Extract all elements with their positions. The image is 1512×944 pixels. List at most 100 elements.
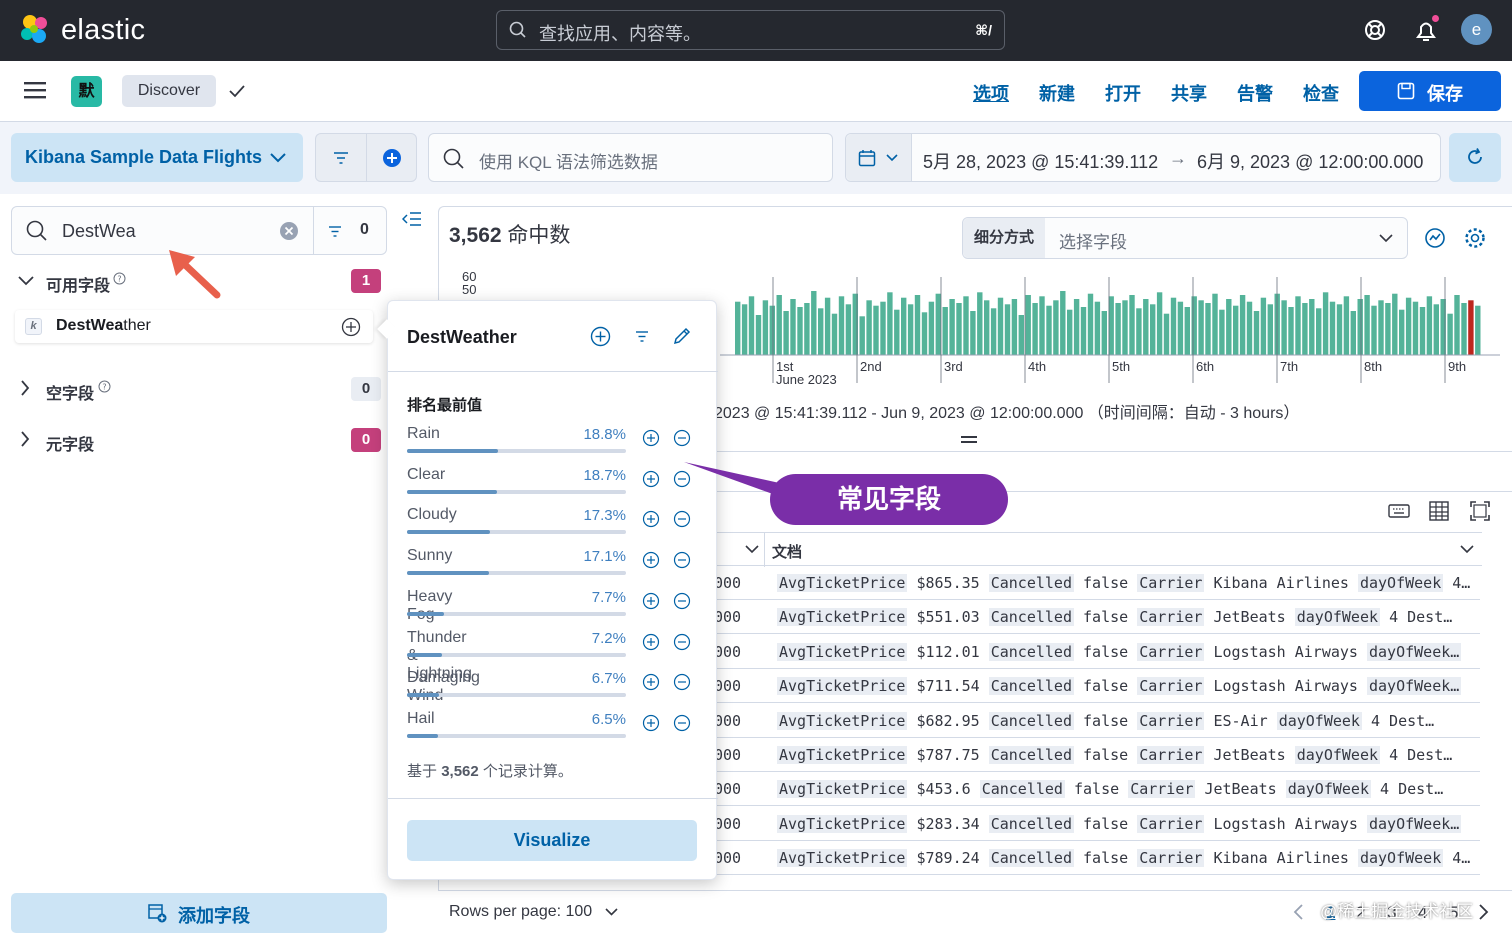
info-icon[interactable]: ? [98, 380, 111, 393]
histogram-bar[interactable] [997, 297, 1004, 355]
histogram-bar[interactable] [1461, 303, 1467, 355]
histogram-bar[interactable] [1060, 291, 1066, 355]
filter-out-value-icon[interactable] [673, 551, 691, 569]
filter-for-value-icon[interactable] [642, 429, 660, 447]
kql-query-input[interactable]: 使用 KQL 语法筛选数据 [428, 133, 833, 182]
info-icon[interactable]: ? [113, 272, 126, 285]
histogram-bar[interactable] [776, 295, 782, 355]
histogram-bar[interactable] [818, 308, 824, 355]
histogram-bar[interactable] [1156, 292, 1163, 355]
add-field-button[interactable]: 添加字段 [11, 893, 387, 933]
breadcrumb-discover[interactable]: Discover [122, 75, 216, 107]
histogram-bar[interactable] [1433, 304, 1439, 355]
histogram-bar[interactable] [748, 296, 755, 355]
histogram-bar[interactable] [1316, 308, 1322, 355]
table-row[interactable]: 000 AvgTicketPrice $865.35 Cancelled fals… [714, 566, 1480, 600]
chevron-down-icon[interactable] [745, 544, 759, 555]
histogram-bar[interactable] [1350, 311, 1356, 355]
histogram-bar[interactable] [797, 307, 803, 355]
rows-per-page-button[interactable]: Rows per page: 100 [449, 903, 618, 921]
filter-out-value-icon[interactable] [673, 673, 691, 691]
histogram-bar[interactable] [1122, 300, 1128, 355]
histogram-bar[interactable] [928, 301, 935, 355]
histogram-bar[interactable] [894, 309, 900, 355]
date-end[interactable]: 6月 9, 2023 @ 12:00:00.000 [1197, 148, 1423, 174]
histogram-bar[interactable] [887, 292, 893, 355]
histogram-bar[interactable] [970, 311, 976, 355]
global-search-input[interactable]: 查找应用、内容等。 ⌘/ [496, 10, 1005, 50]
histogram-bar[interactable] [1371, 305, 1377, 355]
histogram-bar[interactable] [1475, 305, 1481, 355]
histogram-bar[interactable] [1004, 304, 1011, 355]
histogram-bar[interactable] [907, 304, 914, 355]
filter-for-value-icon[interactable] [642, 714, 660, 732]
histogram-bar[interactable] [977, 292, 983, 355]
elastic-logo-icon[interactable] [18, 12, 52, 46]
histogram-bar[interactable] [1454, 295, 1460, 355]
menu-share[interactable]: 共享 [1171, 80, 1207, 106]
filter-out-value-icon[interactable] [673, 714, 691, 732]
filter-for-value-icon[interactable] [642, 633, 660, 651]
histogram-bar[interactable] [735, 301, 741, 355]
fullscreen-icon[interactable] [1470, 501, 1490, 521]
histogram-bar[interactable] [783, 311, 789, 355]
histogram-bar[interactable] [935, 293, 941, 355]
histogram-bar[interactable] [1246, 301, 1253, 355]
histogram-bar[interactable] [1032, 303, 1038, 355]
histogram-bar[interactable] [1239, 295, 1246, 355]
keyboard-icon[interactable] [1388, 502, 1410, 520]
histogram-bar[interactable] [1205, 303, 1211, 355]
menu-open[interactable]: 打开 [1105, 80, 1141, 106]
histogram-bar[interactable] [866, 300, 872, 355]
histogram-bar[interactable] [1073, 299, 1080, 355]
available-fields-label[interactable]: 可用字段 [46, 272, 110, 296]
pencil-icon[interactable] [672, 326, 692, 346]
menu-alerts[interactable]: 告警 [1237, 80, 1273, 106]
histogram-bar[interactable] [1357, 299, 1363, 355]
histogram-bar[interactable] [1309, 299, 1315, 355]
meta-fields-label[interactable]: 元字段 [46, 431, 94, 455]
histogram-bar[interactable] [790, 299, 796, 355]
histogram-bar[interactable] [845, 304, 852, 355]
histogram-bar[interactable] [1129, 295, 1135, 355]
histogram-bar[interactable] [824, 297, 831, 355]
histogram-bar[interactable] [1336, 304, 1343, 355]
filter-for-value-icon[interactable] [642, 551, 660, 569]
histogram-bar[interactable] [1343, 296, 1350, 355]
collapse-sidebar-icon[interactable] [402, 210, 422, 228]
histogram-bar[interactable] [1087, 293, 1094, 355]
histogram-bar[interactable] [949, 299, 955, 355]
histogram-bar[interactable] [1399, 309, 1405, 355]
histogram-bar[interactable] [921, 312, 928, 355]
table-row[interactable]: 000 AvgTicketPrice $682.95 Cancelled fals… [714, 704, 1480, 738]
histogram-bar[interactable] [990, 308, 997, 355]
histogram-bar[interactable] [1101, 311, 1107, 355]
histogram-bar[interactable] [1405, 297, 1412, 355]
histogram-bar[interactable] [1212, 293, 1218, 355]
histogram-bar[interactable] [880, 301, 886, 355]
histogram-bar[interactable] [838, 296, 845, 355]
histogram-bar[interactable] [963, 296, 969, 355]
histogram-bar[interactable] [901, 297, 907, 355]
table-row[interactable]: 000 AvgTicketPrice $283.34 Cancelled fals… [714, 807, 1480, 841]
table-row[interactable]: 000 AvgTicketPrice $787.75 Cancelled fals… [714, 738, 1480, 772]
table-density-icon[interactable] [1429, 501, 1449, 521]
filter-for-value-icon[interactable] [642, 592, 660, 610]
histogram-bar[interactable] [1288, 307, 1294, 355]
filter-out-value-icon[interactable] [673, 592, 691, 610]
histogram-bar[interactable] [1447, 313, 1453, 355]
histogram-bar[interactable] [1177, 301, 1184, 355]
table-row[interactable]: 000 AvgTicketPrice $112.01 Cancelled fals… [714, 635, 1480, 669]
histogram-bar[interactable] [811, 291, 817, 355]
visualize-button[interactable]: Visualize [407, 820, 697, 861]
table-row[interactable]: 000 AvgTicketPrice $711.54 Cancelled fals… [714, 669, 1480, 704]
histogram-bar[interactable] [1046, 305, 1052, 355]
histogram-bar[interactable] [1198, 300, 1204, 355]
histogram-bar[interactable] [1094, 301, 1101, 355]
next-page-icon[interactable] [1478, 903, 1490, 921]
filter-out-value-icon[interactable] [673, 510, 691, 528]
histogram-bar[interactable] [1184, 307, 1190, 355]
histogram-bar[interactable] [1322, 292, 1329, 355]
data-view-picker[interactable]: Kibana Sample Data Flights [11, 133, 303, 182]
histogram-bar[interactable] [1018, 315, 1024, 355]
